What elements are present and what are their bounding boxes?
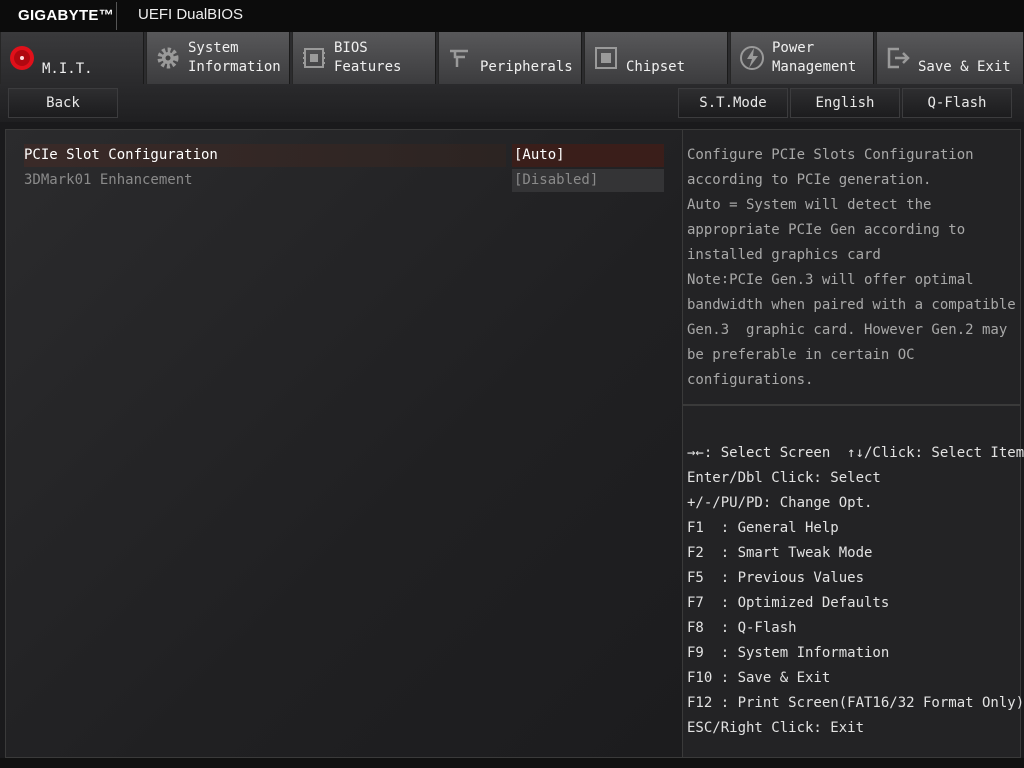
- tab-label: M.I.T.: [42, 61, 93, 77]
- tab-label: Peripherals: [480, 59, 573, 75]
- qflash-button[interactable]: Q-Flash: [902, 88, 1012, 118]
- tab-system-information[interactable]: System Information: [146, 32, 290, 84]
- gear-icon: [157, 47, 179, 69]
- tab-label: System Information: [188, 40, 281, 75]
- key-help-item: F1 : General Help: [687, 520, 839, 536]
- setting-label: PCIe Slot Configuration: [24, 144, 506, 167]
- key-help-item: F8 : Q-Flash: [687, 620, 797, 636]
- key-help-item: F9 : System Information: [687, 645, 890, 661]
- language-button[interactable]: English: [790, 88, 900, 118]
- tab-bios-features[interactable]: BIOS Features: [292, 32, 436, 84]
- key-help-item: F12 : Print Screen(FAT16/32 Format Only): [687, 695, 1024, 711]
- peripherals-icon: [450, 49, 468, 67]
- help-description-panel: Configure PCIe Slots Configuration accor…: [683, 129, 1021, 405]
- key-help-item: F10 : Save & Exit: [687, 670, 831, 686]
- settings-pane: PCIe Slot Configuration [Auto] 3DMark01 …: [5, 129, 683, 758]
- tab-mit[interactable]: M.I.T.: [0, 32, 144, 84]
- tab-label: Chipset: [626, 59, 686, 75]
- setting-row-3dmark01-enhancement: 3DMark01 Enhancement [Disabled]: [24, 169, 664, 192]
- setting-value: [Disabled]: [512, 169, 664, 192]
- tab-save-exit[interactable]: Save & Exit: [876, 32, 1024, 84]
- title-bar: GIGABYTE™ UEFI DualBIOS: [0, 0, 1024, 32]
- setting-row-pcie-slot-configuration[interactable]: PCIe Slot Configuration [Auto]: [24, 144, 664, 167]
- tab-chipset[interactable]: Chipset: [584, 32, 728, 84]
- key-help-item: →←: Select Screen ↑↓/Click: Select Item: [687, 445, 1024, 461]
- key-help-item: ESC/Right Click: Exit: [687, 720, 865, 736]
- help-text: Configure PCIe Slots Configuration accor…: [687, 147, 1016, 388]
- tab-power-management[interactable]: Power Management: [730, 32, 874, 84]
- chipset-icon: [595, 47, 617, 69]
- title-divider: [116, 2, 117, 30]
- tab-peripherals[interactable]: Peripherals: [438, 32, 582, 84]
- bottom-strip: [0, 758, 1024, 768]
- key-help-item: F7 : Optimized Defaults: [687, 595, 890, 611]
- st-mode-button[interactable]: S.T.Mode: [678, 88, 788, 118]
- tab-label: Save & Exit: [918, 59, 1011, 75]
- main-tab-bar: M.I.T. System Information BIOS Features …: [0, 32, 1024, 84]
- key-help-item: +/-/PU/PD: Change Opt.: [687, 495, 873, 511]
- key-help-panel: →←: Select Screen ↑↓/Click: Select Item …: [683, 405, 1024, 758]
- product-title: UEFI DualBIOS: [138, 6, 244, 23]
- key-help-item: F5 : Previous Values: [687, 570, 865, 586]
- tab-label: Power Management: [772, 40, 857, 75]
- setting-label: 3DMark01 Enhancement: [24, 172, 193, 188]
- exit-icon: [887, 47, 910, 69]
- sub-toolbar: Back S.T.Mode English Q-Flash: [0, 84, 1024, 122]
- back-button[interactable]: Back: [8, 88, 118, 118]
- key-help-list: →←: Select Screen ↑↓/Click: Select Item …: [687, 441, 1024, 741]
- bios-chip-icon: [303, 48, 325, 68]
- brand-logo: GIGABYTE™: [18, 7, 115, 24]
- key-help-item: Enter/Dbl Click: Select: [687, 470, 881, 486]
- setting-value[interactable]: [Auto]: [512, 144, 664, 167]
- key-help-item: F2 : Smart Tweak Mode: [687, 545, 873, 561]
- tab-label: BIOS Features: [334, 40, 402, 75]
- power-icon: [740, 46, 764, 70]
- mit-dial-icon: [10, 46, 34, 70]
